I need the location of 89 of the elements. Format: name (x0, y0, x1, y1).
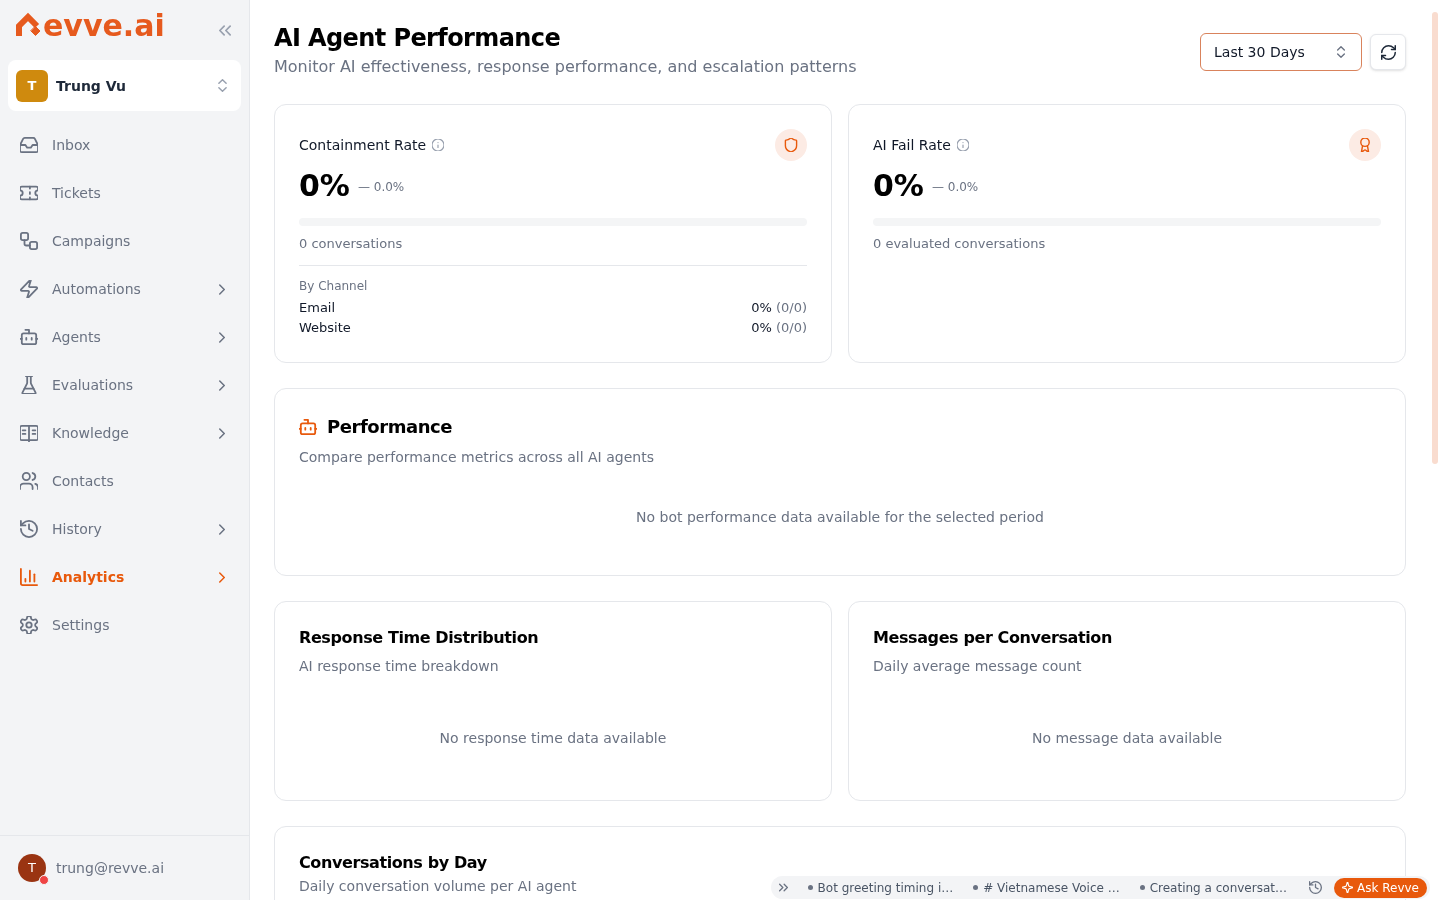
sidebar-nav-label: History (52, 520, 102, 539)
empty-state-message: No response time data available (439, 729, 667, 748)
metric-change: — 0.0% (931, 178, 979, 195)
metric-caption: 0 evaluated conversations (873, 235, 1046, 253)
sidebar-nav-label: Agents (52, 328, 101, 347)
card-title: Messages per Conversation (873, 627, 1112, 649)
workspace-name: Trung Vu (56, 76, 127, 96)
sidebar-nav-label: Analytics (52, 568, 125, 587)
lightning-icon (20, 280, 38, 298)
robot-icon (20, 328, 38, 346)
sidebar-nav-item[interactable]: Evaluations (8, 365, 241, 405)
sidebar-nav-item[interactable]: Agents (8, 317, 241, 357)
settings-icon (20, 616, 38, 634)
sparkles-icon (1342, 882, 1353, 893)
sidebar-nav-item[interactable]: Contacts (8, 461, 241, 501)
page-title: AI Agent Performance (274, 23, 561, 54)
info-icon[interactable] (432, 139, 445, 151)
expand-button[interactable] (778, 883, 788, 892)
workspace-switcher[interactable]: T Trung Vu (8, 60, 241, 111)
metric-title: AI Fail Rate (873, 136, 951, 155)
channel-ratio: (0/0) (775, 299, 807, 318)
sidebar-nav-item[interactable]: Automations (8, 269, 241, 309)
bar-chart-icon (20, 568, 38, 586)
sidebar-nav-item[interactable]: Tickets (8, 173, 241, 213)
users-icon (20, 472, 38, 490)
metric-value: 0% (873, 168, 924, 204)
channel-rate: 0% (751, 319, 772, 338)
ask-assistant-button[interactable]: Ask Revve (1334, 877, 1427, 898)
scrollbar-thumb[interactable] (1432, 12, 1438, 464)
medal-badge-icon (1349, 129, 1381, 161)
history-icon (20, 520, 38, 538)
date-range-dropdown[interactable]: Last 30 Days (1200, 33, 1362, 71)
sidebar-nav-item[interactable]: Knowledge (8, 413, 241, 453)
history-icon (1309, 881, 1322, 894)
card-subtitle: AI response time breakdown (299, 657, 499, 676)
sidebar-nav-item[interactable]: Campaigns (8, 221, 241, 261)
card-subtitle: Compare performance metrics across all AI agents (299, 448, 654, 467)
metric-change: — 0.0% (357, 178, 405, 195)
sidebar-nav-label: Settings (52, 616, 110, 635)
card-title: Performance (327, 415, 452, 439)
metric-caption: 0 conversations (299, 235, 403, 253)
logo-text: evve.ai (43, 7, 165, 45)
ticket-icon (20, 184, 38, 202)
flask-icon (20, 376, 38, 394)
card-title: Response Time Distribution (299, 627, 539, 649)
channel-ratio: (0/0) (775, 319, 807, 338)
card-title: Conversations by Day (299, 852, 487, 874)
metric-title: Containment Rate (299, 136, 427, 155)
workflow-icon (20, 232, 38, 250)
sidebar-nav-item[interactable]: Settings (8, 605, 241, 645)
sidebar-nav-label: Contacts (52, 472, 114, 491)
date-range-value: Last 30 Days (1214, 43, 1305, 62)
collapse-sidebar-button[interactable] (219, 24, 231, 36)
empty-state-message: No bot performance data available for the selected period (636, 508, 1044, 527)
sidebar-nav-item[interactable]: History (8, 509, 241, 549)
sidebar-nav-label: Automations (52, 280, 141, 299)
workspace-avatar: T (16, 69, 48, 102)
page-subtitle: Monitor AI effectiveness, response performance, and escalation patterns (274, 56, 857, 78)
metric-value: 0% (299, 168, 350, 204)
breakdown-heading: By Channel (299, 278, 368, 294)
inbox-icon (20, 136, 38, 154)
user-avatar: T (18, 854, 46, 882)
sidebar-nav-item[interactable]: Inbox (8, 125, 241, 165)
shield-badge-icon (775, 129, 807, 161)
sidebar-nav-label: Tickets (52, 184, 101, 203)
channel-rate: 0% (751, 299, 772, 318)
logo-mark-icon (15, 12, 42, 39)
chevron-up-down-icon (218, 79, 227, 92)
user-email: trung@revve.ai (56, 859, 165, 878)
sidebar-nav-label: Campaigns (52, 232, 131, 251)
user-account-button[interactable]: T trung@revve.ai (0, 835, 249, 900)
info-icon[interactable] (956, 139, 969, 151)
channel-name: Email (299, 299, 336, 318)
sidebar-nav-label: Knowledge (52, 424, 129, 443)
sidebar-nav-label: Evaluations (52, 376, 134, 395)
channel-name: Website (299, 319, 351, 338)
card-subtitle: Daily average message count (873, 657, 1082, 676)
robot-icon (299, 418, 317, 436)
empty-state-message: No message data available (1031, 729, 1222, 748)
refresh-button[interactable] (1370, 34, 1406, 70)
sidebar-nav-label: Inbox (52, 136, 91, 155)
chevrons-right-icon (778, 883, 788, 892)
chevron-up-down-icon (1337, 46, 1345, 58)
sidebar-nav-item[interactable]: Analytics (8, 557, 241, 597)
card-subtitle: Daily conversation volume per AI agent (299, 877, 577, 896)
chevrons-left-icon (219, 24, 231, 36)
history-button[interactable] (1309, 881, 1322, 894)
refresh-icon (1380, 44, 1396, 60)
book-icon (20, 424, 38, 442)
